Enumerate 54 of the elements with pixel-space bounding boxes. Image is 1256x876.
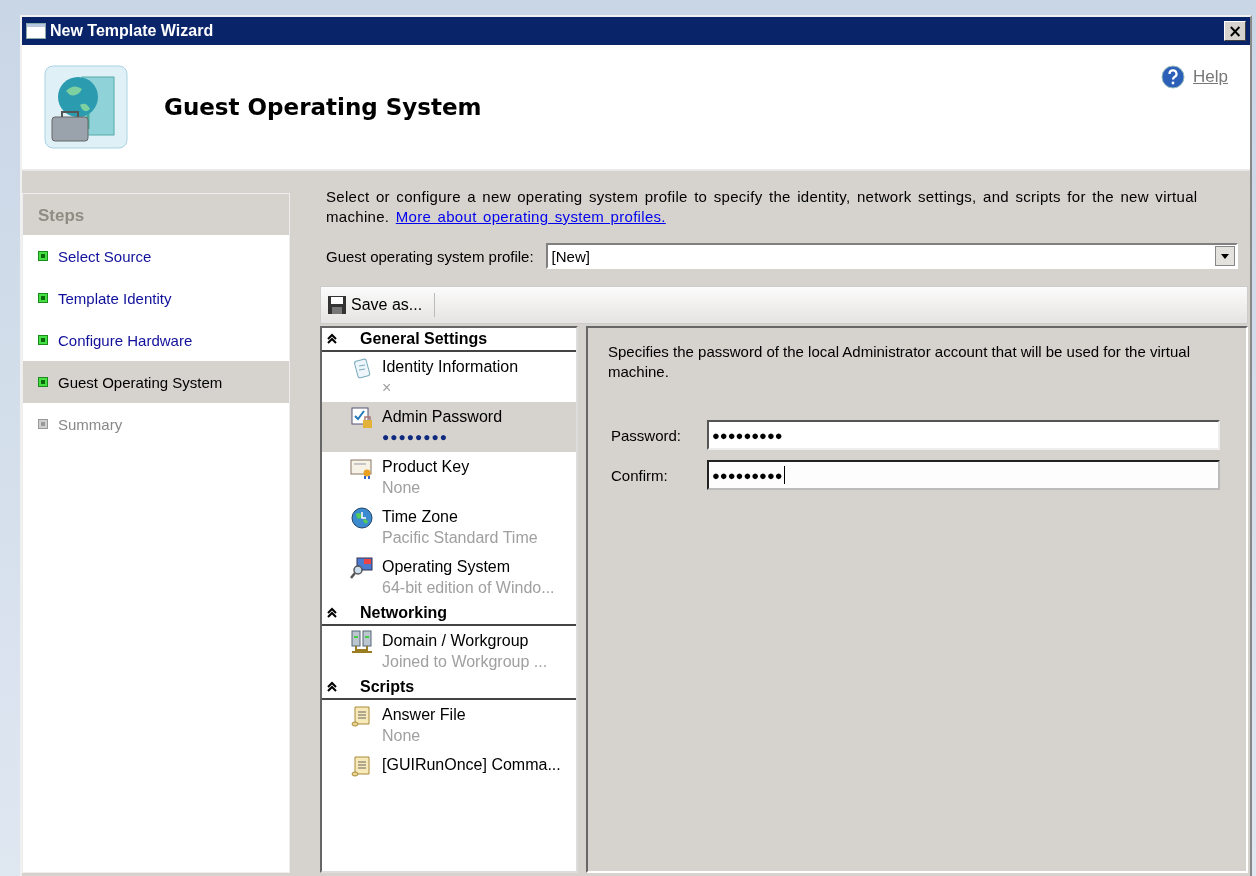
server-globe-icon — [44, 65, 128, 149]
setting-value: Joined to Workgroup ... — [382, 652, 548, 672]
setting-name: [GUIRunOnce] Comma... — [382, 755, 561, 775]
page-title: Guest Operating System — [164, 94, 483, 120]
setting-name: Time Zone — [382, 507, 459, 527]
setting-value: 64-bit edition of Windo... — [382, 578, 555, 598]
setting-value: None — [382, 726, 422, 746]
checkbox-lock-icon — [350, 406, 374, 430]
step-item[interactable]: Template Identity — [23, 277, 289, 319]
step-item[interactable]: Configure Hardware — [23, 319, 289, 361]
steps-heading: Steps — [23, 194, 289, 235]
setting-name: Domain / Workgroup — [382, 631, 530, 651]
setting-item[interactable]: Admin Password ●●●●●●●● — [322, 402, 576, 452]
password-field[interactable]: ●●●●●●●●● — [707, 420, 1220, 450]
monitor-magnifier-icon — [350, 556, 374, 580]
description-text: Specifies the password of the local Administrator account that will be used for the virtual machine. — [608, 342, 1191, 382]
field-label: Password: — [610, 426, 683, 444]
step-item[interactable]: Select Source — [23, 235, 289, 277]
setting-name: Answer File — [382, 705, 466, 725]
globe-icon — [350, 506, 374, 530]
setting-item[interactable]: Identity Information × — [322, 352, 576, 402]
step-item[interactable]: Summary — [23, 403, 289, 445]
setting-item[interactable]: Operating System 64-bit edition of Windo... — [322, 552, 576, 602]
section-header[interactable]: Networking — [322, 602, 576, 626]
close-button[interactable]: × — [1224, 21, 1246, 41]
help-icon[interactable] — [1161, 65, 1186, 89]
save-as-button[interactable]: Save as... — [325, 293, 425, 317]
setting-item[interactable]: Answer File None — [322, 700, 576, 750]
intro-text: Select or configure a new operating system profile to specify the identity, network settings, and scripts for the new virtual machine. More about operating system profiles. — [326, 187, 1199, 227]
setting-value: × — [382, 378, 393, 398]
profile-label: Guest operating system profile: — [326, 247, 534, 265]
setting-item[interactable]: [GUIRunOnce] Comma... — [322, 750, 576, 793]
setting-name: Admin Password — [382, 407, 503, 427]
certificate-icon — [350, 456, 374, 480]
profiles-link[interactable]: More about operating system profiles. — [395, 208, 666, 225]
window-icon — [26, 23, 46, 39]
setting-item[interactable]: Domain / Workgroup Joined to Workgroup ... — [322, 626, 576, 676]
profile-dropdown[interactable]: [New] — [545, 243, 1238, 269]
window-title: New Template Wizard — [50, 22, 215, 40]
step-item[interactable]: Guest Operating System — [23, 361, 289, 403]
field-label: Confirm: — [610, 466, 669, 484]
setting-value: ●●●●●●●● — [382, 429, 449, 446]
servers-icon — [350, 630, 374, 654]
setting-item[interactable]: Product Key None — [322, 452, 576, 502]
setting-item[interactable]: Time Zone Pacific Standard Time — [322, 502, 576, 552]
section-header[interactable]: Scripts — [322, 676, 576, 700]
setting-name: Operating System — [382, 557, 512, 577]
setting-name: Product Key — [382, 457, 470, 477]
help-link[interactable]: Help — [1193, 67, 1228, 87]
password-field[interactable]: ●●●●●●●●● — [707, 460, 1220, 490]
setting-value: Pacific Standard Time — [382, 528, 538, 548]
setting-value: None — [382, 478, 422, 498]
section-header[interactable]: General Settings — [322, 328, 576, 352]
setting-name: Identity Information — [382, 357, 519, 377]
